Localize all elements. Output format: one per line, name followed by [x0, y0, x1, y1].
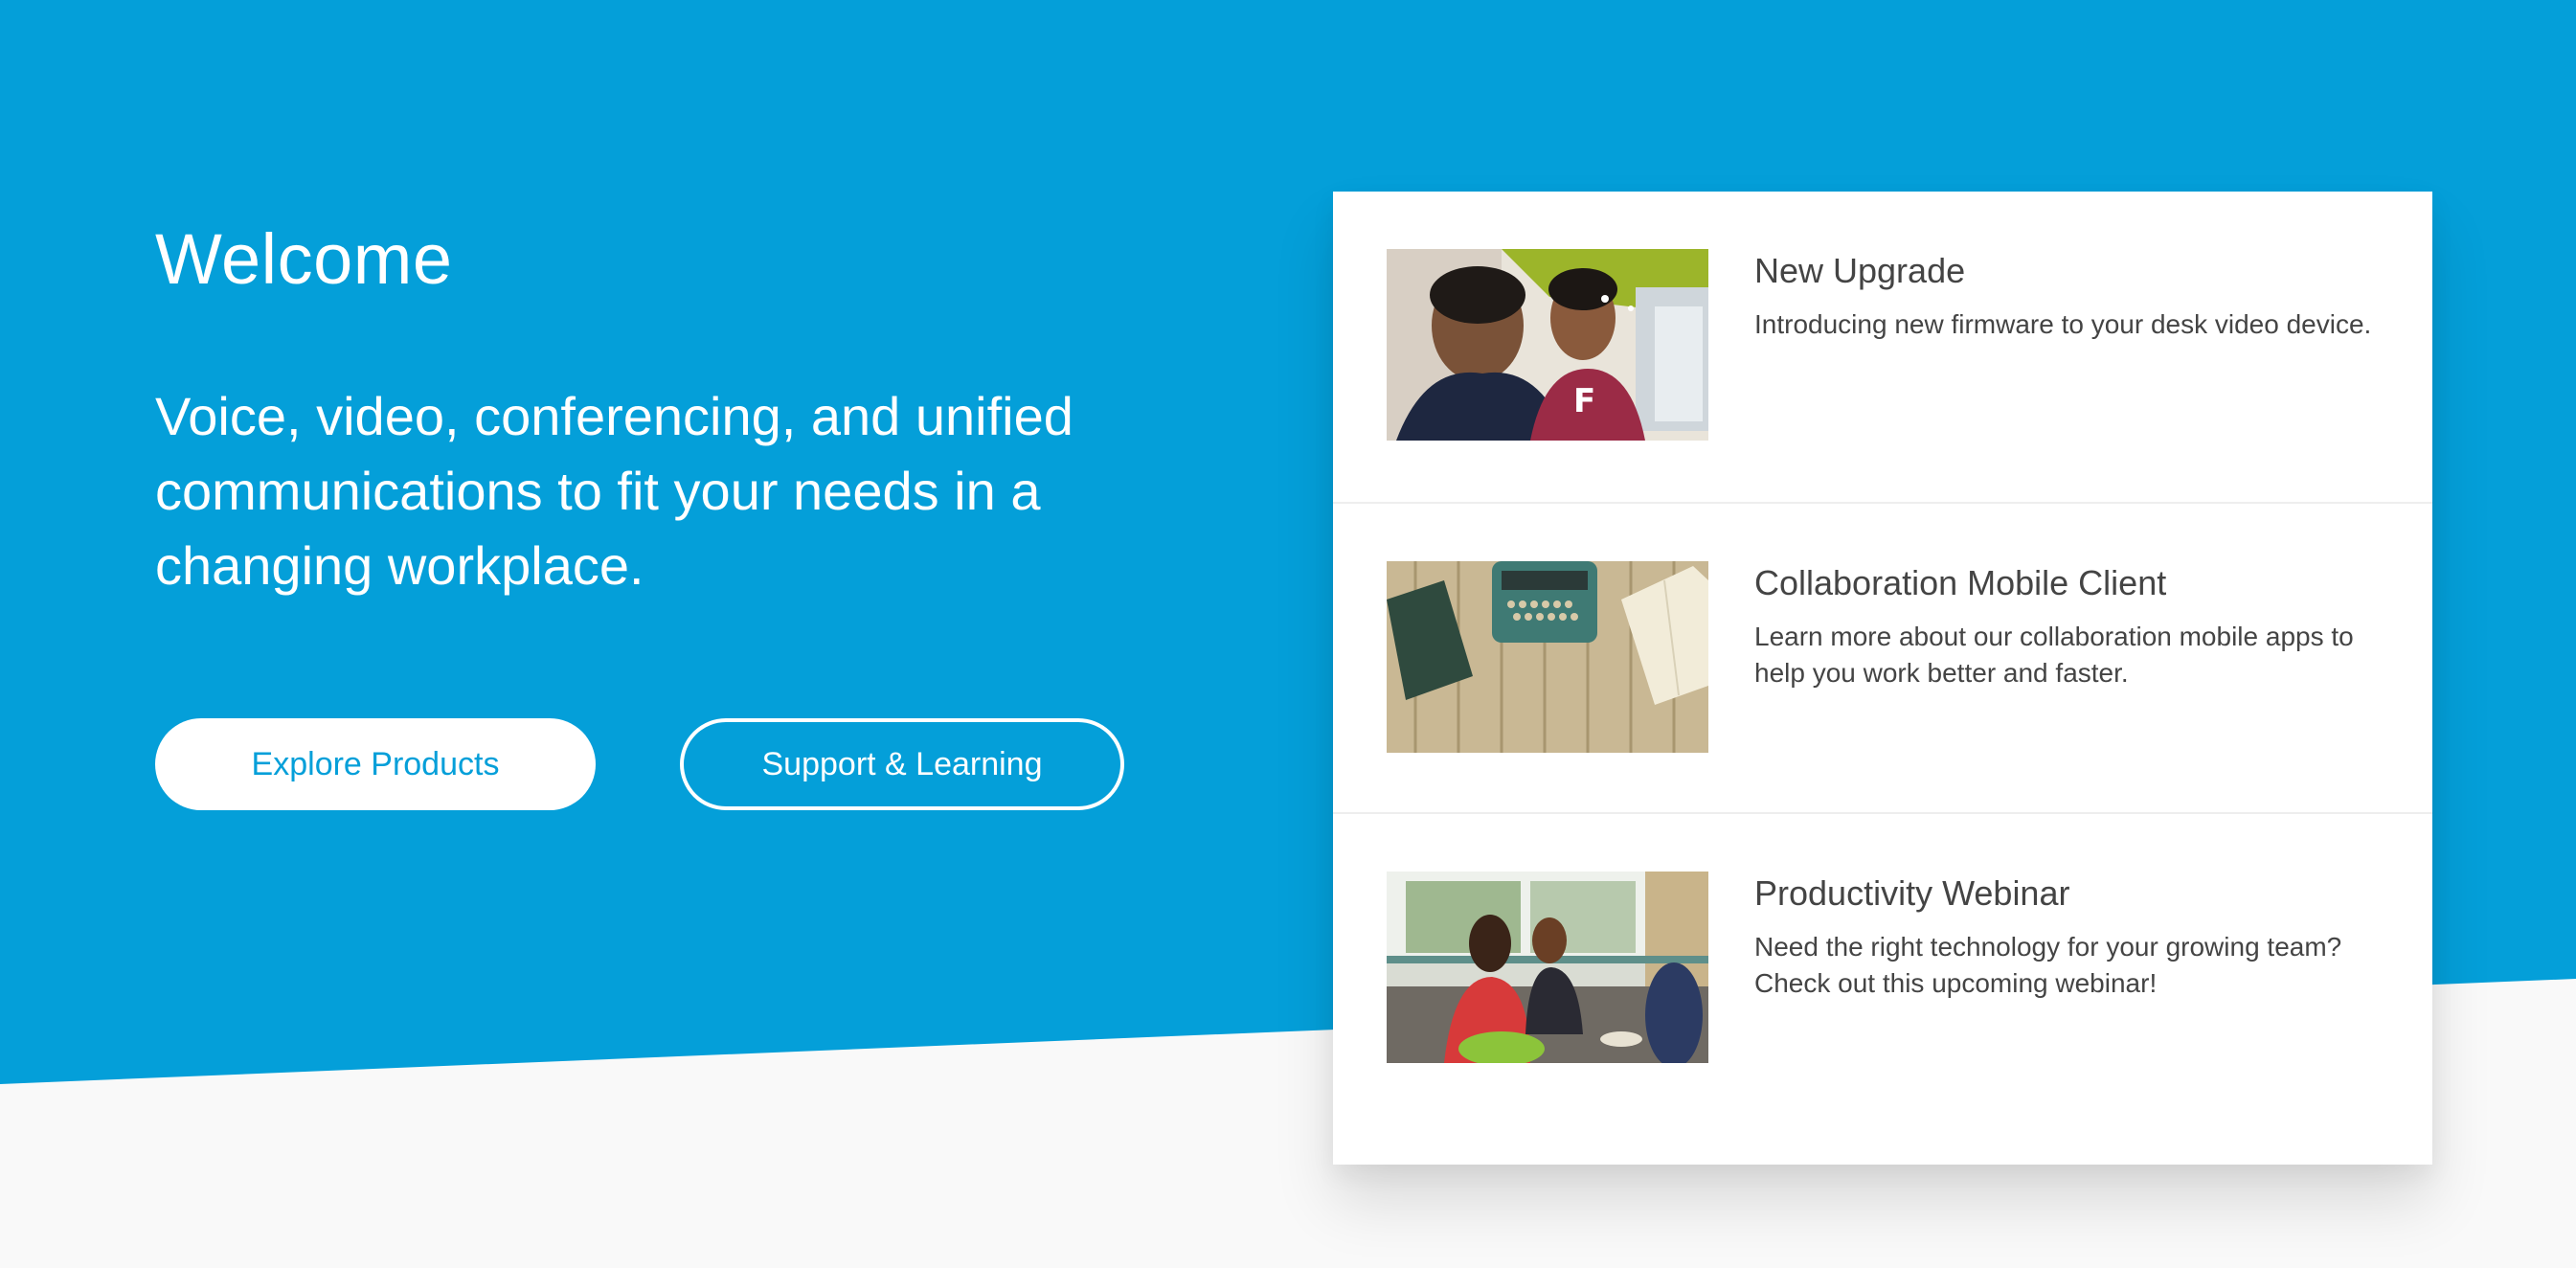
news-item-new-upgrade[interactable]: F New Upgrade Introducing new firmware t… — [1333, 192, 2432, 502]
news-item-webinar[interactable]: Productivity Webinar Need the right tech… — [1333, 812, 2432, 1122]
women-meeting-image — [1387, 872, 1708, 1063]
news-card: F New Upgrade Introducing new firmware t… — [1333, 192, 2432, 1165]
two-men-at-computer-photo[interactable]: F — [1387, 249, 1708, 441]
news-item-title[interactable]: Productivity Webinar — [1754, 873, 2386, 914]
page: Welcome Voice, video, conferencing, and … — [0, 0, 2576, 1268]
news-item-description: Need the right technology for your growi… — [1754, 932, 2342, 998]
typewriter-on-desk-photo[interactable] — [1387, 561, 1708, 753]
explore-products-button[interactable]: Explore Products — [155, 718, 596, 810]
svg-text:F: F — [1573, 382, 1595, 420]
news-item-title[interactable]: Collaboration Mobile Client — [1754, 563, 2386, 603]
news-item-mobile-client[interactable]: Collaboration Mobile Client Learn more a… — [1333, 502, 2432, 812]
hero-tagline: Voice, video, conferencing, and unified … — [155, 386, 1073, 596]
news-item-title[interactable]: New Upgrade — [1754, 251, 2386, 291]
typewriter-on-desk-image — [1387, 561, 1708, 753]
women-meeting-photo[interactable] — [1387, 872, 1708, 1063]
news-item-description: Learn more about our collaboration mobil… — [1754, 622, 2354, 688]
news-item-description: Introducing new firmware to your desk vi… — [1754, 309, 2372, 339]
support-learning-button[interactable]: Support & Learning — [680, 718, 1124, 810]
two-men-at-computer-image: F — [1387, 249, 1708, 441]
hero-title: Welcome — [155, 219, 453, 299]
